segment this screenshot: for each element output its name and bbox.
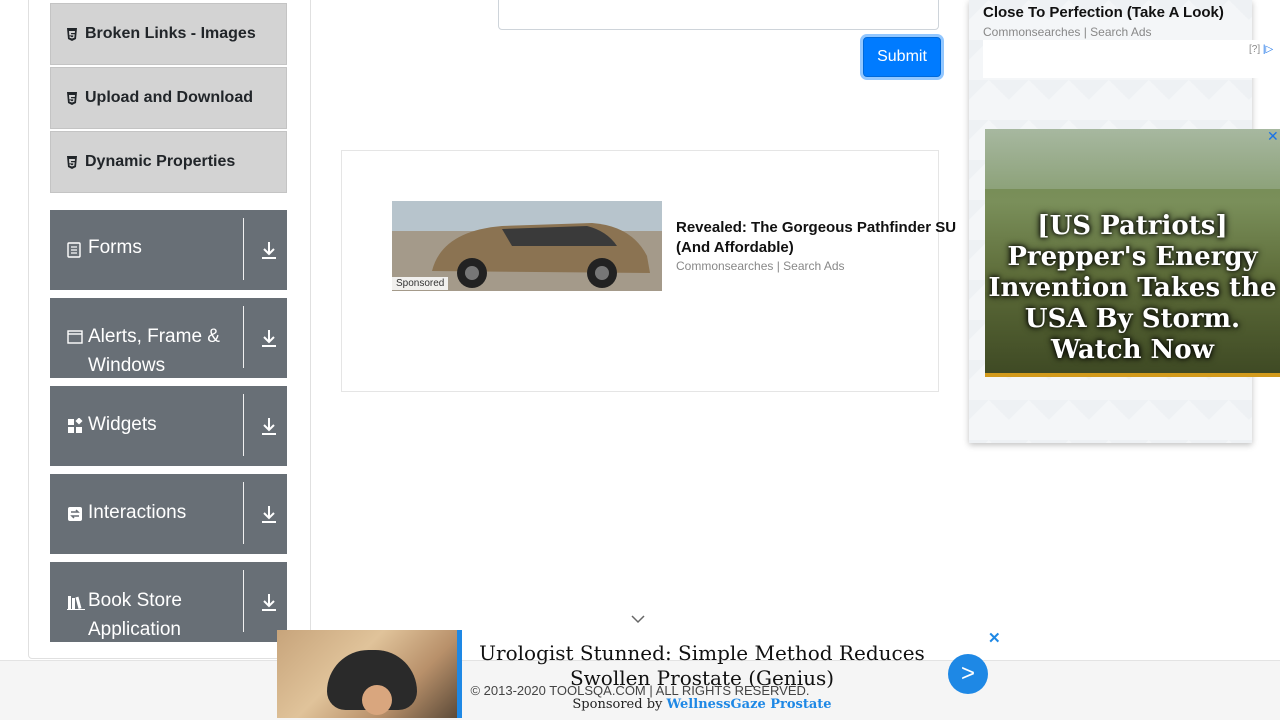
divider	[243, 482, 244, 544]
ad-choices-icon: |▷	[1262, 44, 1274, 55]
bottom-ad-go-button[interactable]: >	[948, 654, 988, 694]
ad-figure-head	[362, 685, 392, 715]
close-icon[interactable]: ✕	[1267, 128, 1279, 145]
chevron-down-icon[interactable]	[630, 612, 646, 624]
ad-headline-line-1: Revealed: The Gorgeous Pathfinder SU	[676, 219, 957, 236]
ad-source[interactable]: Commonsearches | Search Ads	[676, 259, 845, 273]
video-ad-caption: [US Patriots] Prepper's Energy Invention…	[988, 211, 1277, 365]
sponsor-prefix: Sponsored by	[572, 697, 663, 712]
sidebar-item-label: Dynamic Properties	[85, 153, 236, 170]
group-label: Book Store Application	[88, 590, 182, 640]
bottom-ad-image[interactable]	[277, 630, 457, 718]
sidebar-item-upload-download[interactable]: Upload and Download	[50, 67, 287, 129]
ad-headline[interactable]: Revealed: The Gorgeous Pathfinder SU (An…	[676, 218, 976, 258]
sidebar-item-label: Broken Links - Images	[85, 25, 256, 42]
download-arrow-icon[interactable]	[260, 416, 278, 436]
right-ad-source[interactable]: Commonsearches | Search Ads	[983, 25, 1152, 39]
right-ad-headline[interactable]: Close To Perfection (Take A Look)	[983, 4, 1224, 21]
sidebar-group-alerts-frame-windows[interactable]: Alerts, Frame & Windows	[50, 298, 287, 378]
interactions-icon	[67, 506, 83, 522]
html5-icon	[65, 27, 78, 41]
download-arrow-icon[interactable]	[260, 504, 278, 524]
bottom-ad-headline[interactable]: Urologist Stunned: Simple Method Reduces…	[462, 641, 942, 691]
download-arrow-icon[interactable]	[260, 592, 278, 612]
html5-icon	[65, 155, 78, 169]
divider	[243, 218, 244, 280]
widgets-icon	[67, 417, 83, 434]
sidebar-group-forms[interactable]: Forms	[50, 210, 287, 290]
sponsor-name: WellnessGaze Prostate	[666, 697, 832, 712]
divider	[243, 394, 244, 456]
sidebar-item-label: Upload and Download	[85, 89, 253, 106]
sidebar-group-widgets[interactable]: Widgets	[50, 386, 287, 466]
divider	[243, 570, 244, 632]
right-ad-header	[983, 40, 1280, 78]
ad-choices-badge[interactable]: [?] |▷	[1249, 44, 1273, 55]
group-label: Alerts, Frame & Windows	[88, 326, 220, 376]
sidebar-group-interactions[interactable]: Interactions	[50, 474, 287, 554]
download-arrow-icon[interactable]	[260, 240, 278, 260]
bottom-ad-sponsor[interactable]: Sponsored by WellnessGaze Prostate	[462, 697, 942, 712]
sponsored-tag: Sponsored	[392, 277, 449, 290]
group-label: Interactions	[88, 502, 187, 523]
download-arrow-icon[interactable]	[260, 328, 278, 348]
ad-help-label: [?]	[1249, 44, 1261, 55]
submit-button[interactable]: Submit	[863, 37, 941, 77]
html5-icon	[65, 91, 78, 105]
sidebar-item-dynamic-properties[interactable]: Dynamic Properties	[50, 131, 287, 193]
sidebar-item-broken-links-images[interactable]: Broken Links - Images	[50, 3, 287, 65]
window-icon	[67, 330, 83, 346]
close-icon[interactable]: ✕	[988, 629, 1001, 647]
video-ad[interactable]: [US Patriots] Prepper's Energy Invention…	[985, 129, 1280, 377]
group-label: Widgets	[88, 414, 157, 435]
divider	[243, 306, 244, 368]
form-icon	[67, 242, 83, 258]
books-icon	[67, 594, 85, 610]
video-background	[985, 129, 1280, 189]
sidebar-group-book-store-application[interactable]: Book Store Application	[50, 562, 287, 642]
group-label: Forms	[88, 237, 142, 258]
address-textarea[interactable]	[498, 0, 939, 30]
ad-headline-line-2: (And Affordable)	[676, 239, 794, 256]
